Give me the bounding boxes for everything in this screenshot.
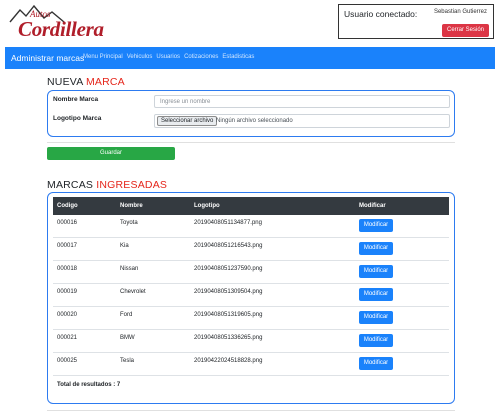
logout-button[interactable]: Cerrar Sesión — [442, 24, 489, 37]
new-brand-title-accent: MARCA — [85, 76, 125, 88]
header-nombre: Nombre — [120, 203, 143, 209]
cell-nombre: Toyota — [120, 220, 138, 226]
header-modificar: Modificar — [359, 203, 386, 209]
user-label: Usuario conectado: — [344, 9, 418, 19]
new-brand-form: Nombre Marca Ingrese un nombre Logotipo … — [47, 90, 455, 137]
cell-codigo: 000018 — [57, 266, 78, 272]
nav-item-usuarios[interactable]: Usuarios — [156, 54, 180, 60]
brands-table-panel: Codigo Nombre Logotipo Modificar 000016 … — [47, 192, 455, 404]
brands-list-title-plain: MARCAS — [47, 179, 94, 191]
logo-big-text: Cordillera — [18, 17, 104, 41]
logo-file-input[interactable]: Seleccionar archivo Ningún archivo selec… — [154, 114, 450, 128]
header-logotipo: Logotipo — [194, 203, 220, 209]
nav-item-cotizaciones[interactable]: Cotizaciones — [184, 54, 218, 60]
cell-codigo: 000016 — [57, 220, 78, 226]
nav-item-estadisticas[interactable]: Estadisticas — [222, 54, 254, 60]
bottom-divider — [47, 410, 455, 411]
modify-button[interactable]: Modificar — [359, 311, 393, 324]
nav-item-menu-principal[interactable]: Menu Principal — [83, 54, 123, 60]
table-row: 000016 Toyota 20190408051134877.png Modi… — [53, 215, 449, 238]
cell-logotipo: 20190408051216543.png — [194, 243, 263, 249]
cell-codigo: 000025 — [57, 358, 78, 364]
total-results: Total de resultados : 7 — [57, 382, 121, 388]
user-name: Sebastian Gutierrez — [433, 9, 487, 15]
table-row: 000025 Tesla 20190422024518828.png Modif… — [53, 353, 449, 376]
navbar-brand[interactable]: Administrar marcas — [11, 53, 84, 63]
new-brand-title-plain: NUEVA — [47, 76, 83, 88]
cell-codigo: 000021 — [57, 335, 78, 341]
cell-logotipo: 20190408051336265.png — [194, 335, 263, 341]
new-brand-title: NUEVA MARCA — [47, 76, 125, 88]
name-label: Nombre Marca — [53, 96, 99, 103]
table-row: 000018 Nissan 20190408051237590.png Modi… — [53, 261, 449, 284]
cell-logotipo: 20190422024518828.png — [194, 358, 263, 364]
cell-nombre: Chevrolet — [120, 289, 146, 295]
top-navbar: Administrar marcas Menu Principal Vehicu… — [5, 47, 495, 69]
brand-logo: Autos Cordillera — [8, 4, 108, 41]
cell-nombre: Kia — [120, 243, 129, 249]
brands-list-title-accent: INGRESADAS — [96, 179, 168, 191]
brand-name-input[interactable]: Ingrese un nombre — [154, 95, 450, 108]
modify-button[interactable]: Modificar — [359, 334, 393, 347]
header-codigo: Codigo — [57, 203, 78, 209]
cell-codigo: 000020 — [57, 312, 78, 318]
table-row: 000019 Chevrolet 20190408051309504.png M… — [53, 284, 449, 307]
cell-nombre: BMW — [120, 335, 135, 341]
modify-button[interactable]: Modificar — [359, 288, 393, 301]
cell-nombre: Tesla — [120, 358, 135, 364]
logo-label: Logotipo Marca — [53, 115, 102, 122]
cell-codigo: 000019 — [57, 289, 78, 295]
table-row: 000020 Ford 20190408051319605.png Modifi… — [53, 307, 449, 330]
cell-logotipo: 20190408051237590.png — [194, 266, 263, 272]
modify-button[interactable]: Modificar — [359, 242, 393, 255]
form-divider — [47, 142, 455, 143]
choose-file-button[interactable]: Seleccionar archivo — [157, 116, 218, 126]
cell-nombre: Nissan — [120, 266, 139, 272]
cell-logotipo: 20190408051319605.png — [194, 312, 263, 318]
nav-item-vehiculos[interactable]: Vehiculos — [127, 54, 153, 60]
cell-logotipo: 20190408051309504.png — [194, 289, 263, 295]
table-header: Codigo Nombre Logotipo Modificar — [53, 197, 449, 215]
table-row: 000021 BMW 20190408051336265.png Modific… — [53, 330, 449, 353]
cell-logotipo: 20190408051134877.png — [194, 220, 262, 226]
cell-nombre: Ford — [120, 312, 133, 318]
save-button[interactable]: Guardar — [47, 147, 175, 160]
modify-button[interactable]: Modificar — [359, 219, 393, 232]
modify-button[interactable]: Modificar — [359, 265, 393, 278]
file-status: Ningún archivo seleccionado — [216, 118, 293, 124]
navbar-items: Menu Principal Vehiculos Usuarios Cotiza… — [83, 54, 254, 60]
table-row: 000017 Kia 20190408051216543.png Modific… — [53, 238, 449, 261]
user-panel: Usuario conectado: Sebastian Gutierrez C… — [338, 4, 494, 39]
modify-button[interactable]: Modificar — [359, 357, 393, 370]
brands-list-title: MARCAS INGRESADAS — [47, 179, 167, 191]
cell-codigo: 000017 — [57, 243, 78, 249]
